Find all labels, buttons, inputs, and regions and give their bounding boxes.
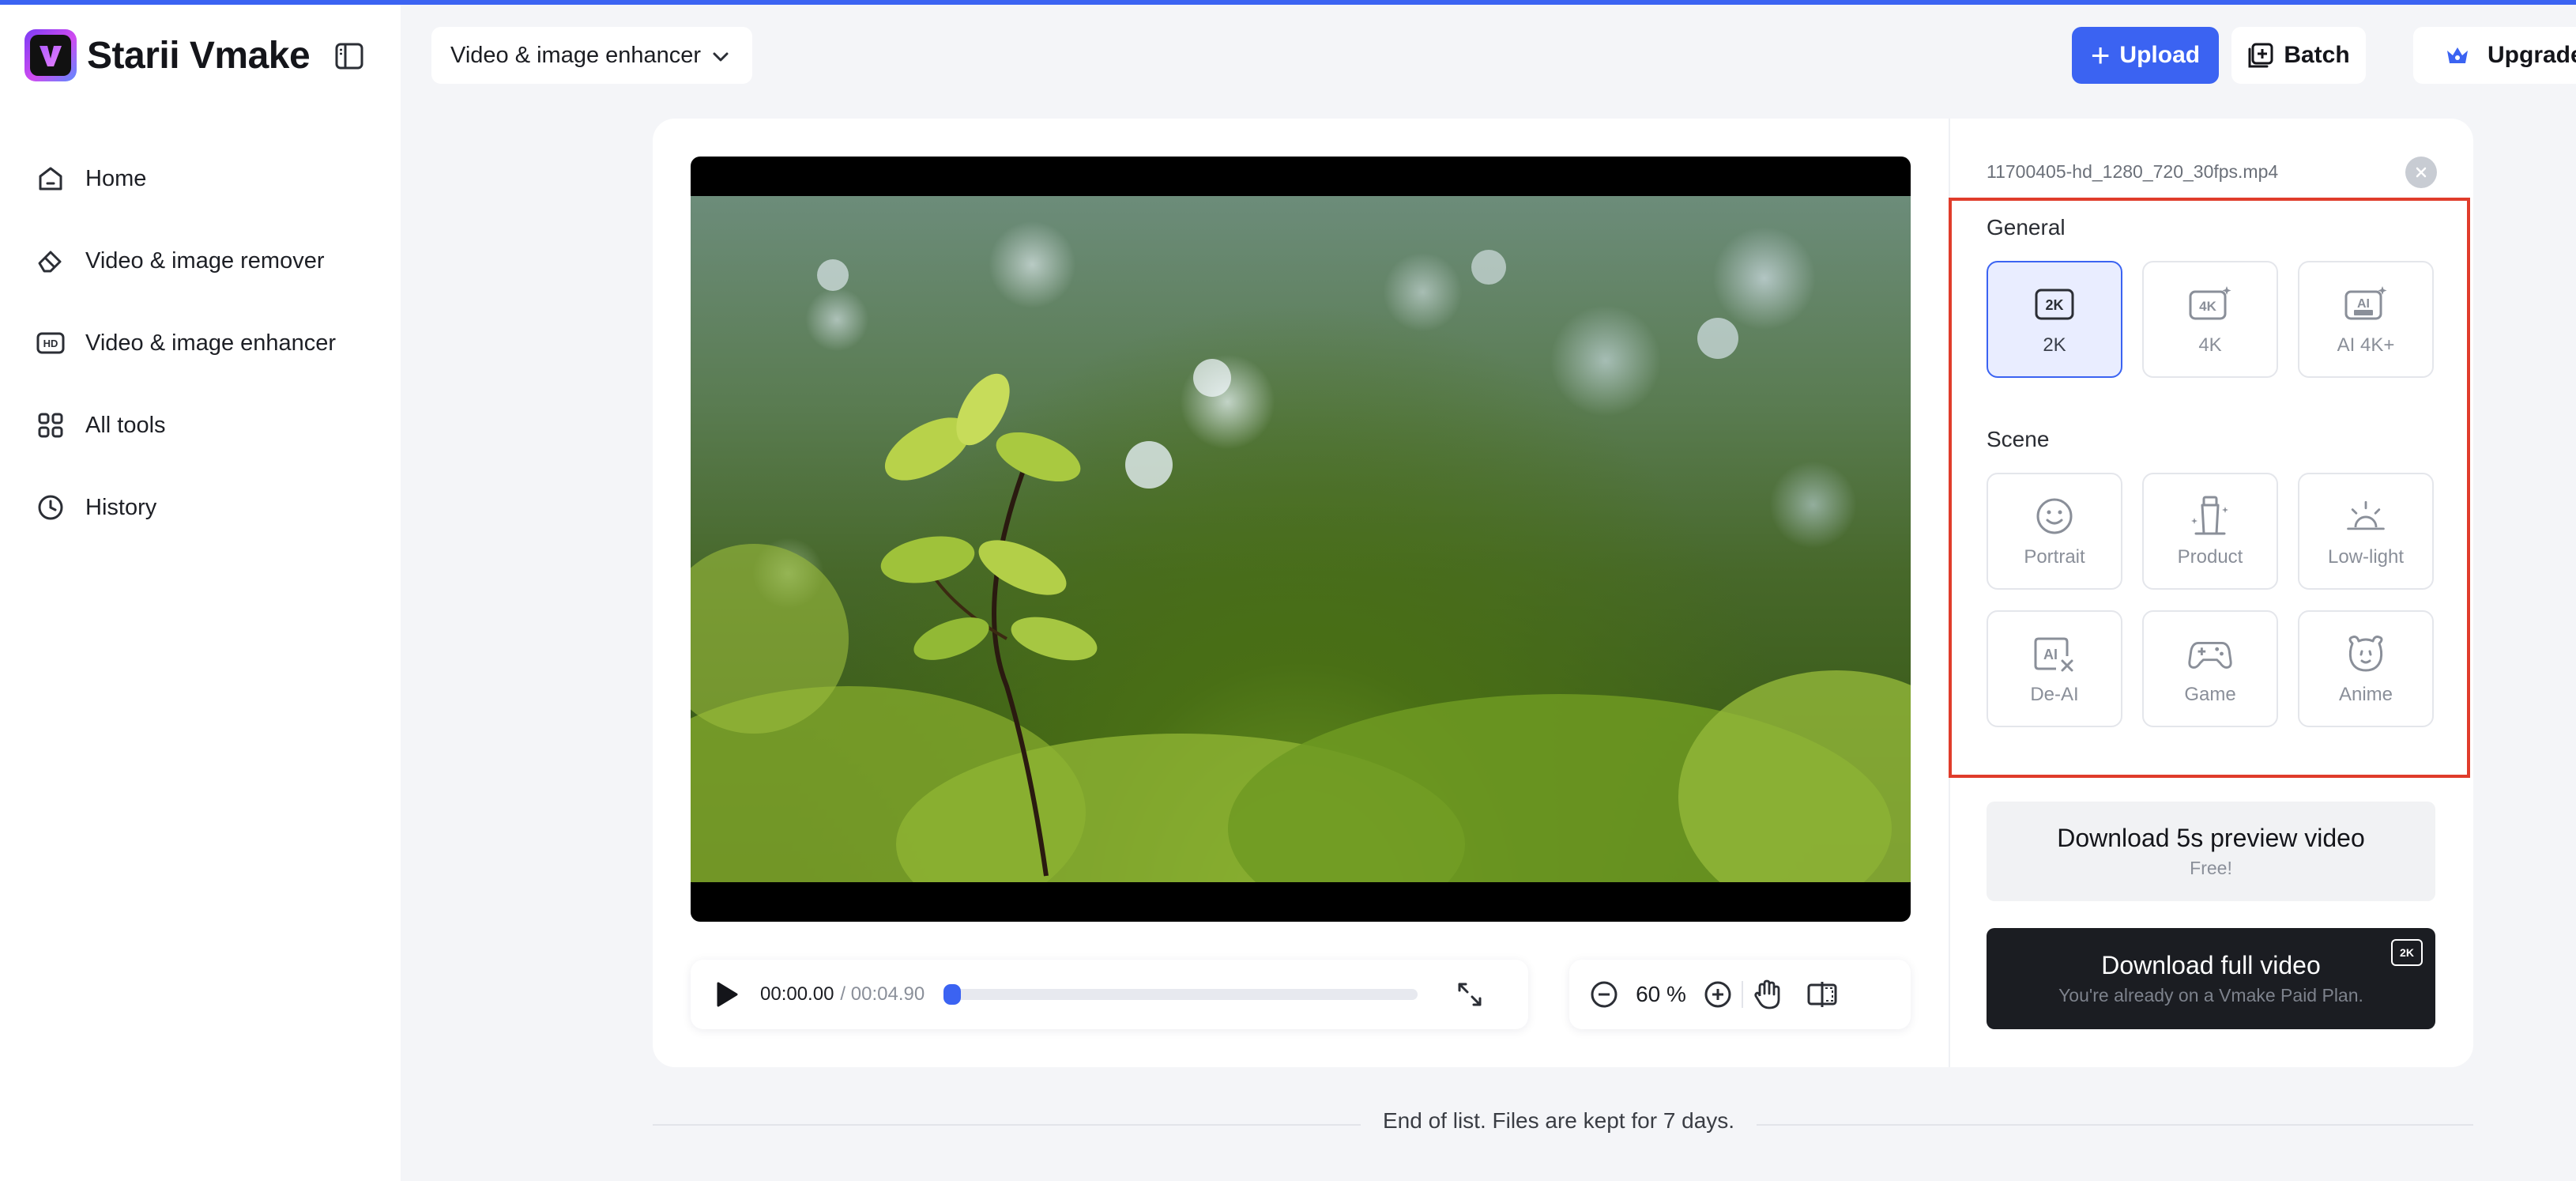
fullscreen-icon[interactable] — [1454, 979, 1486, 1010]
zoom-in-icon[interactable] — [1700, 977, 1735, 1012]
option-label: 4K — [2198, 334, 2222, 356]
footer-text: End of list. Files are kept for 7 days. — [1361, 1108, 1757, 1134]
2k-icon: 2K — [2032, 282, 2077, 326]
video-preview[interactable] — [691, 157, 1911, 922]
ai-remove-icon: AI — [2032, 632, 2077, 676]
option-label: 2K — [2043, 334, 2066, 356]
option-game[interactable]: Game — [2142, 610, 2278, 727]
option-ai-4k-plus[interactable]: AI AI 4K+ — [2298, 261, 2434, 378]
svg-text:AI: AI — [2357, 297, 2370, 311]
sunrise-icon — [2344, 494, 2388, 538]
sidebar-item-all-tools[interactable]: All tools — [24, 384, 379, 466]
sidebar-item-label: Home — [85, 165, 147, 191]
crown-icon — [2447, 47, 2468, 63]
download-preview-title: Download 5s preview video — [2057, 824, 2365, 852]
hd-icon: HD — [35, 327, 66, 359]
svg-text:AI: AI — [2043, 647, 2058, 662]
option-label: AI 4K+ — [2337, 334, 2395, 356]
video-frame-image — [691, 196, 1911, 882]
home-icon — [35, 163, 66, 194]
svg-text:4K: 4K — [2199, 299, 2216, 314]
option-label: Anime — [2338, 684, 2393, 705]
option-label: Low-light — [2327, 546, 2405, 568]
upgrade-label: Upgrade — [2487, 42, 2576, 68]
sidebar-item-enhancer[interactable]: HD Video & image enhancer — [24, 302, 379, 384]
close-file-icon[interactable] — [2405, 157, 2437, 188]
panel-divider — [1949, 119, 1950, 1067]
option-portrait[interactable]: Portrait — [1987, 473, 2122, 590]
option-label: Portrait — [2024, 546, 2085, 568]
upgrade-button[interactable]: Upgrade — [2413, 27, 2576, 84]
editor-card: 00:00.00 / 00:04.90 60 % 11700405-hd_128… — [653, 119, 2473, 1067]
chevron-down-icon — [712, 43, 729, 69]
option-4k[interactable]: 4K 4K — [2142, 261, 2278, 378]
sidebar-item-remover[interactable]: Video & image remover — [24, 220, 379, 302]
svg-text:HD: HD — [43, 338, 58, 349]
duration: / 00:04.90 — [840, 983, 925, 1005]
batch-button[interactable]: Batch — [2231, 27, 2366, 84]
sidebar-item-label: All tools — [85, 412, 166, 438]
eraser-icon — [35, 245, 66, 277]
product-bottle-icon — [2188, 494, 2232, 538]
sidebar-item-label: History — [85, 494, 157, 520]
2k-badge-icon: 2K — [2391, 939, 2423, 966]
option-label: Game — [2184, 684, 2236, 705]
hand-pan-icon[interactable] — [1749, 977, 1784, 1012]
player-controls: 00:00.00 / 00:04.90 — [691, 960, 1528, 1029]
4k-sparkle-icon: 4K — [2188, 282, 2232, 326]
zoom-level: 60 % — [1636, 982, 1686, 1006]
option-low-light[interactable]: Low-light — [2298, 473, 2434, 590]
option-product[interactable]: Product — [2142, 473, 2278, 590]
gamepad-icon — [2188, 632, 2232, 676]
sidebar: Starii Vmake Home Video & image remover … — [0, 5, 401, 1181]
current-time: 00:00.00 — [760, 983, 834, 1005]
grid-icon — [35, 409, 66, 441]
upload-label: Upload — [2119, 42, 2201, 68]
compare-split-icon[interactable] — [1805, 977, 1840, 1012]
sidebar-item-home[interactable]: Home — [24, 138, 379, 220]
option-label: Product — [2177, 546, 2243, 568]
file-name: 11700405-hd_1280_720_30fps.mp4 — [1987, 161, 2279, 182]
divider — [1742, 981, 1743, 1008]
bear-face-icon — [2344, 632, 2388, 676]
download-full-subtitle: You're already on a Vmake Paid Plan. — [2058, 985, 2363, 1006]
sidebar-toggle-icon[interactable] — [335, 43, 363, 70]
zoom-out-icon[interactable] — [1587, 977, 1621, 1012]
sidebar-nav: Home Video & image remover HD Video & im… — [24, 138, 379, 549]
svg-text:2K: 2K — [2045, 297, 2063, 313]
scene-section-title: Scene — [1987, 427, 2050, 451]
sidebar-item-history[interactable]: History — [24, 466, 379, 549]
tool-select-value: Video & image enhancer — [450, 42, 702, 68]
option-2k[interactable]: 2K 2K — [1987, 261, 2122, 378]
download-full-title: Download full video — [2101, 951, 2321, 979]
clock-icon — [35, 492, 66, 523]
zoom-controls: 60 % — [1569, 960, 1911, 1029]
brand-name: Starii Vmake — [87, 34, 311, 77]
brand[interactable]: Starii Vmake — [24, 28, 311, 82]
app-logo — [24, 29, 77, 81]
tool-select-dropdown[interactable]: Video & image enhancer — [431, 27, 752, 84]
option-anime[interactable]: Anime — [2298, 610, 2434, 727]
download-full-button[interactable]: 2K Download full video You're already on… — [1987, 928, 2435, 1029]
sidebar-item-label: Video & image remover — [85, 247, 325, 274]
download-preview-button[interactable]: Download 5s preview video Free! — [1987, 802, 2435, 901]
batch-icon — [2248, 43, 2273, 68]
option-label: De-AI — [2030, 684, 2079, 705]
batch-label: Batch — [2284, 42, 2350, 68]
play-icon[interactable] — [711, 979, 743, 1010]
sidebar-item-label: Video & image enhancer — [85, 330, 337, 356]
plus-icon: + — [2090, 36, 2111, 74]
option-de-ai[interactable]: AI De-AI — [1987, 610, 2122, 727]
progress-knob[interactable] — [943, 984, 962, 1005]
progress-slider[interactable] — [943, 984, 1418, 1005]
download-preview-subtitle: Free! — [2190, 858, 2232, 878]
smiley-face-icon — [2032, 494, 2077, 538]
upload-button[interactable]: + Upload — [2072, 27, 2219, 84]
ai-ultra-icon: AI — [2344, 282, 2388, 326]
general-section-title: General — [1987, 215, 2066, 240]
